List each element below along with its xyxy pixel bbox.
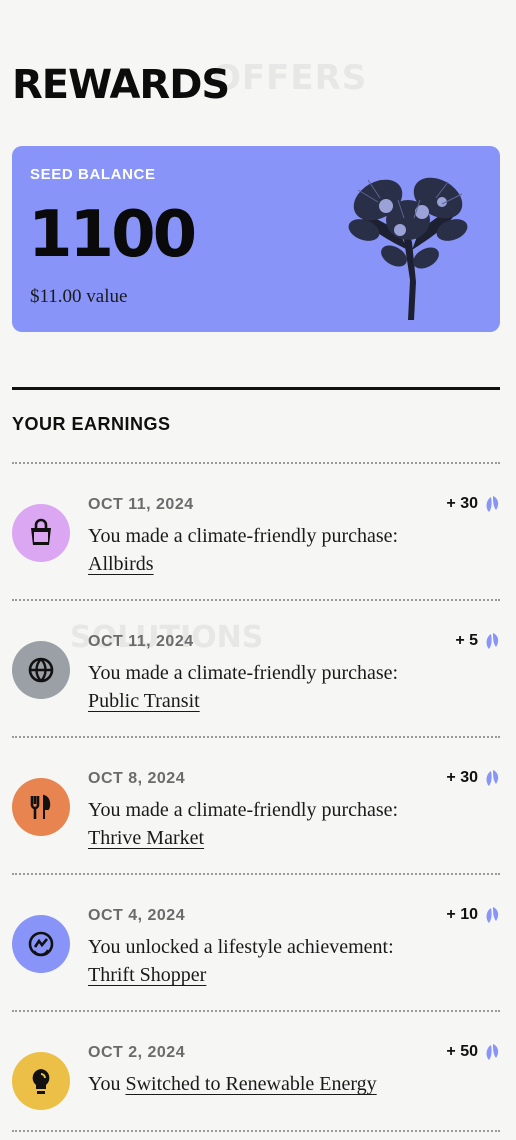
points-value: + 30 — [446, 769, 478, 786]
dotted-divider — [12, 873, 500, 875]
section-divider — [12, 387, 500, 390]
earning-item: OCT 11, 2024 You made a climate-friendly… — [12, 611, 500, 712]
points-value: + 50 — [446, 1043, 478, 1060]
seed-balance-card[interactable]: SEED BALANCE 1100 $11.00 value — [12, 146, 500, 332]
earning-prefix: You made a climate-friendly purchase: — [88, 799, 399, 821]
page-title: REWARDS — [12, 62, 230, 108]
offers-tab-ghost: OFFERS — [212, 58, 368, 98]
points-value: + 5 — [455, 632, 478, 649]
earning-description: You Switched to Renewable Energy — [88, 1070, 448, 1098]
seed-icon — [486, 907, 499, 923]
globe-icon — [12, 641, 70, 699]
points-value: + 30 — [446, 495, 478, 512]
seed-icon — [486, 1044, 499, 1060]
seed-balance-amount: 1100 — [28, 198, 197, 272]
earning-item: OCT 11, 2024 You made a climate-friendly… — [12, 474, 500, 575]
seed-icon — [486, 633, 499, 649]
earning-points: + 30 — [446, 494, 500, 514]
earning-description: You made a climate-friendly purchase: Th… — [88, 796, 448, 852]
dotted-divider — [12, 1130, 500, 1132]
lightbulb-icon — [12, 1052, 70, 1110]
earning-points: + 50 — [446, 1042, 500, 1062]
earning-date: OCT 11, 2024 — [88, 496, 194, 513]
seed-icon — [486, 770, 499, 786]
seed-icon — [486, 496, 499, 512]
earning-description: You made a climate-friendly purchase: Pu… — [88, 659, 448, 715]
dotted-divider — [12, 599, 500, 601]
earning-description: You unlocked a lifestyle achievement: Th… — [88, 933, 448, 989]
earning-points: + 5 — [455, 631, 500, 651]
earning-prefix: You unlocked a lifestyle achievement: — [88, 936, 394, 958]
earning-points: + 10 — [446, 905, 500, 925]
earning-prefix: You made a climate-friendly purchase: — [88, 662, 399, 684]
dotted-divider — [12, 462, 500, 464]
earning-date: OCT 8, 2024 — [88, 770, 186, 787]
earning-link[interactable]: Thrive Market — [88, 827, 204, 849]
earnings-heading: YOUR EARNINGS — [12, 414, 171, 434]
earning-item: OCT 4, 2024 You unlocked a lifestyle ach… — [12, 885, 500, 986]
earning-item: OCT 2, 2024 You Switched to Renewable En… — [12, 1022, 500, 1122]
earning-item: OCT 8, 2024 You made a climate-friendly … — [12, 748, 500, 849]
utensils-icon — [12, 778, 70, 836]
earning-points: + 30 — [446, 768, 500, 788]
dotted-divider — [12, 1010, 500, 1012]
earning-date: OCT 4, 2024 — [88, 907, 186, 924]
points-value: + 10 — [446, 906, 478, 923]
earning-link[interactable]: Public Transit — [88, 690, 200, 712]
earning-date: OCT 11, 2024 — [88, 633, 194, 650]
earning-link[interactable]: Allbirds — [88, 553, 154, 575]
earning-prefix: You — [88, 1073, 121, 1095]
shopping-bag-icon — [12, 504, 70, 562]
earning-link[interactable]: Switched to Renewable Energy — [125, 1073, 376, 1095]
earning-date: OCT 2, 2024 — [88, 1044, 186, 1061]
earning-prefix: You made a climate-friendly purchase: — [88, 525, 399, 547]
earning-description: You made a climate-friendly purchase: Al… — [88, 522, 448, 578]
dotted-divider — [12, 736, 500, 738]
seed-balance-label: SEED BALANCE — [30, 166, 156, 183]
tree-illustration — [348, 177, 468, 320]
earning-link[interactable]: Thrift Shopper — [88, 964, 206, 986]
recycle-icon — [12, 915, 70, 973]
seed-balance-value: $11.00 value — [30, 286, 128, 307]
